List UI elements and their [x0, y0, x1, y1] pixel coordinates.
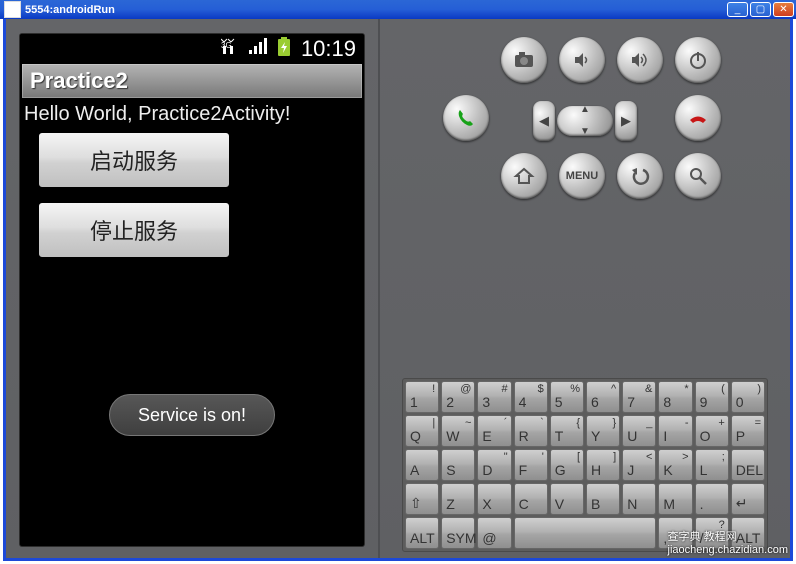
power-button[interactable] — [675, 37, 721, 83]
key-s[interactable]: S — [441, 449, 475, 481]
key-v[interactable]: V — [550, 483, 584, 515]
key-3[interactable]: 3# — [477, 381, 511, 413]
toast-message: Service is on! — [109, 394, 275, 436]
key-7[interactable]: 7& — [622, 381, 656, 413]
android-statusbar: 3G 10:19 — [20, 34, 364, 64]
key-m[interactable]: M — [658, 483, 692, 515]
watermark: 查字典 教程网jiaocheng.chazidian.com — [668, 528, 788, 556]
window-title: 5554:androidRun — [25, 4, 725, 16]
key-t[interactable]: T{ — [550, 415, 584, 447]
key-k[interactable]: K> — [658, 449, 692, 481]
volume-up-button[interactable] — [617, 37, 663, 83]
camera-button[interactable] — [501, 37, 547, 83]
emulator-keyboard: 1!2@3#4$5%6^7&8*9(0) Q|W~E´R`T{Y}U_I-O+P… — [402, 378, 768, 552]
minimize-button[interactable]: _ — [727, 2, 748, 17]
key-9[interactable]: 9( — [695, 381, 729, 413]
dpad-up[interactable]: ▲ — [580, 106, 590, 114]
statusbar-time: 10:19 — [301, 36, 356, 62]
key-@[interactable]: @ — [477, 517, 511, 549]
key-o[interactable]: O+ — [695, 415, 729, 447]
key-e[interactable]: E´ — [477, 415, 511, 447]
close-button[interactable]: ✕ — [773, 2, 794, 17]
key-b[interactable]: B — [586, 483, 620, 515]
key-y[interactable]: Y} — [586, 415, 620, 447]
key-.[interactable]: . — [695, 483, 729, 515]
key-space[interactable] — [514, 517, 657, 549]
start-service-button[interactable]: 启动服务 — [38, 132, 230, 188]
dpad-left[interactable]: ◀ — [533, 101, 555, 141]
dpad-center[interactable]: ▲ ▼ — [557, 106, 613, 136]
key-z[interactable]: Z — [441, 483, 475, 515]
dpad-down[interactable]: ▼ — [580, 128, 590, 136]
key-1[interactable]: 1! — [405, 381, 439, 413]
key-sym[interactable]: SYM — [441, 517, 475, 549]
key-g[interactable]: G[ — [550, 449, 584, 481]
call-button[interactable] — [443, 95, 489, 141]
key-w[interactable]: W~ — [441, 415, 475, 447]
key-4[interactable]: 4$ — [514, 381, 548, 413]
hello-text: Hello World, Practice2Activity! — [24, 103, 360, 126]
back-button[interactable] — [617, 153, 663, 199]
dpad: ◀ ▲ ▼ ▶ — [501, 95, 669, 147]
app-icon — [4, 1, 21, 18]
end-call-button[interactable] — [675, 95, 721, 141]
key-0[interactable]: 0) — [731, 381, 765, 413]
battery-icon — [277, 37, 291, 61]
key-6[interactable]: 6^ — [586, 381, 620, 413]
key-↵[interactable]: ↵ — [731, 483, 765, 515]
key-⇧[interactable]: ⇧ — [405, 483, 439, 515]
maximize-button[interactable]: ▢ — [750, 2, 771, 17]
search-button[interactable] — [675, 153, 721, 199]
key-u[interactable]: U_ — [622, 415, 656, 447]
key-p[interactable]: P= — [731, 415, 765, 447]
key-d[interactable]: D" — [477, 449, 511, 481]
app-title-bar: Practice2 — [22, 64, 362, 98]
dpad-right[interactable]: ▶ — [615, 101, 637, 141]
phone-screen: 3G 10:19 Practice2 Hello World, Practice… — [20, 34, 364, 546]
signal-icon — [249, 38, 267, 60]
key-q[interactable]: Q| — [405, 415, 439, 447]
stop-service-button[interactable]: 停止服务 — [38, 202, 230, 258]
key-alt[interactable]: ALT — [405, 517, 439, 549]
key-8[interactable]: 8* — [658, 381, 692, 413]
key-del[interactable]: DEL — [731, 449, 765, 481]
key-h[interactable]: H] — [586, 449, 620, 481]
key-5[interactable]: 5% — [550, 381, 584, 413]
key-f[interactable]: F' — [514, 449, 548, 481]
key-j[interactable]: J< — [622, 449, 656, 481]
key-r[interactable]: R` — [514, 415, 548, 447]
key-l[interactable]: L; — [695, 449, 729, 481]
volume-down-button[interactable] — [559, 37, 605, 83]
key-i[interactable]: I- — [658, 415, 692, 447]
home-button[interactable] — [501, 153, 547, 199]
key-n[interactable]: N — [622, 483, 656, 515]
menu-button[interactable]: MENU — [559, 153, 605, 199]
key-x[interactable]: X — [477, 483, 511, 515]
key-2[interactable]: 2@ — [441, 381, 475, 413]
3g-icon: 3G — [221, 38, 239, 60]
key-a[interactable]: A — [405, 449, 439, 481]
key-c[interactable]: C — [514, 483, 548, 515]
